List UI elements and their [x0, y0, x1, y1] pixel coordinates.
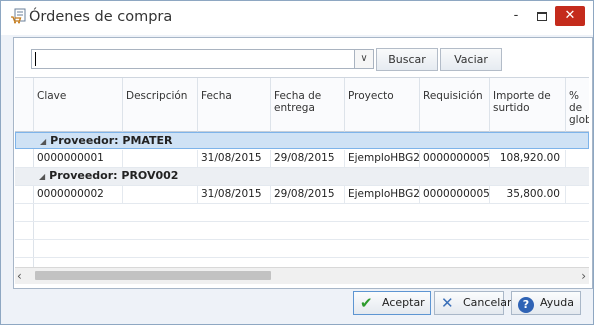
column-header-porcentaje[interactable]: % de glob — [566, 78, 589, 132]
column-header-proyecto[interactable]: Proyecto — [345, 78, 420, 132]
close-button[interactable]: ✕ — [555, 6, 585, 26]
scroll-left-icon[interactable]: ‹ — [17, 268, 22, 284]
empty-row — [15, 222, 589, 240]
close-icon: ✕ — [564, 8, 576, 23]
cell-descripcion — [123, 186, 198, 203]
group-label-text: Proveedor: PMATER — [50, 134, 173, 147]
cell-requisicion: 0000000005 — [420, 150, 490, 167]
collapse-triangle-icon: ◢ — [40, 137, 47, 146]
window-title: Órdenes de compra — [29, 9, 173, 25]
group-label-text: Proveedor: PROV002 — [49, 169, 179, 182]
cancel-x-icon: ✕ — [441, 294, 454, 312]
horizontal-scrollbar[interactable]: ‹ › — [15, 267, 589, 284]
title-bar: Órdenes de compra - ✕ — [1, 1, 593, 35]
cancelar-button[interactable]: ✕ Cancelar — [434, 291, 512, 315]
help-icon: ? — [518, 294, 534, 313]
table-row[interactable]: 0000000002 31/08/2015 29/08/2015 Ejemplo… — [15, 186, 589, 204]
chevron-down-icon: ∨ — [360, 53, 368, 64]
group-label: ◢ Proveedor: PROV002 — [39, 169, 178, 182]
buscar-button[interactable]: Buscar — [376, 48, 438, 71]
cell-requisicion: 0000000005 — [420, 186, 490, 203]
column-header-requisicion[interactable]: Requisición — [420, 78, 490, 132]
cell-clave: 0000000002 — [34, 186, 123, 203]
maximize-icon — [537, 12, 547, 21]
aceptar-label: Aceptar — [382, 296, 425, 309]
maximize-button[interactable] — [531, 6, 553, 26]
column-header-fecha[interactable]: Fecha — [198, 78, 271, 132]
cell-importe: 108,920.00 — [490, 150, 566, 167]
aceptar-button[interactable]: ✔ Aceptar — [353, 291, 431, 315]
orders-grid: Clave Descripción Fecha Fecha de entrega… — [15, 77, 589, 276]
minimize-button[interactable]: - — [505, 6, 527, 26]
cell-fecha: 31/08/2015 — [198, 150, 271, 167]
collapse-triangle-icon: ◢ — [39, 172, 46, 181]
row-indicator-header — [15, 78, 34, 132]
column-header-descripcion[interactable]: Descripción — [123, 78, 198, 132]
ayuda-button[interactable]: ? Ayuda — [511, 291, 581, 315]
column-header-importe[interactable]: Importe de surtido — [490, 78, 566, 132]
vaciar-button[interactable]: Vaciar — [440, 48, 502, 71]
empty-row — [15, 204, 589, 222]
group-label: ◢ Proveedor: PMATER — [40, 134, 173, 147]
table-row[interactable]: 0000000001 31/08/2015 29/08/2015 Ejemplo… — [15, 150, 589, 168]
purchase-order-icon — [11, 8, 26, 24]
cell-clave: 0000000001 — [34, 150, 123, 167]
cell-proyecto: EjemploHBG2 — [345, 150, 420, 167]
column-header-clave[interactable]: Clave — [34, 78, 123, 132]
scroll-right-icon[interactable]: › — [581, 268, 586, 284]
purchase-orders-window: Órdenes de compra - ✕ ∨ Buscar Vaciar Cl… — [0, 0, 594, 325]
cell-importe: 35,800.00 — [490, 186, 566, 203]
column-header-fecha-entrega[interactable]: Fecha de entrega — [271, 78, 345, 132]
cell-descripcion — [123, 150, 198, 167]
cell-fecha: 31/08/2015 — [198, 186, 271, 203]
group-row-prov002[interactable]: ◢ Proveedor: PROV002 — [15, 168, 589, 186]
group-row-pmater[interactable]: ◢ Proveedor: PMATER — [15, 132, 589, 149]
search-dropdown-button[interactable]: ∨ — [354, 49, 374, 69]
search-input[interactable] — [31, 49, 355, 69]
scrollbar-thumb[interactable] — [35, 271, 271, 280]
ayuda-label: Ayuda — [540, 296, 574, 309]
cell-proyecto: EjemploHBG2 — [345, 186, 420, 203]
checkmark-icon: ✔ — [360, 294, 373, 312]
cell-fecha-entrega: 29/08/2015 — [271, 150, 345, 167]
cell-porcentaje — [566, 186, 589, 203]
cancelar-label: Cancelar — [463, 296, 512, 309]
minimize-icon: - — [513, 8, 519, 23]
cell-porcentaje — [566, 150, 589, 167]
cell-fecha-entrega: 29/08/2015 — [271, 186, 345, 203]
empty-row — [15, 240, 589, 258]
text-caret — [35, 52, 36, 66]
